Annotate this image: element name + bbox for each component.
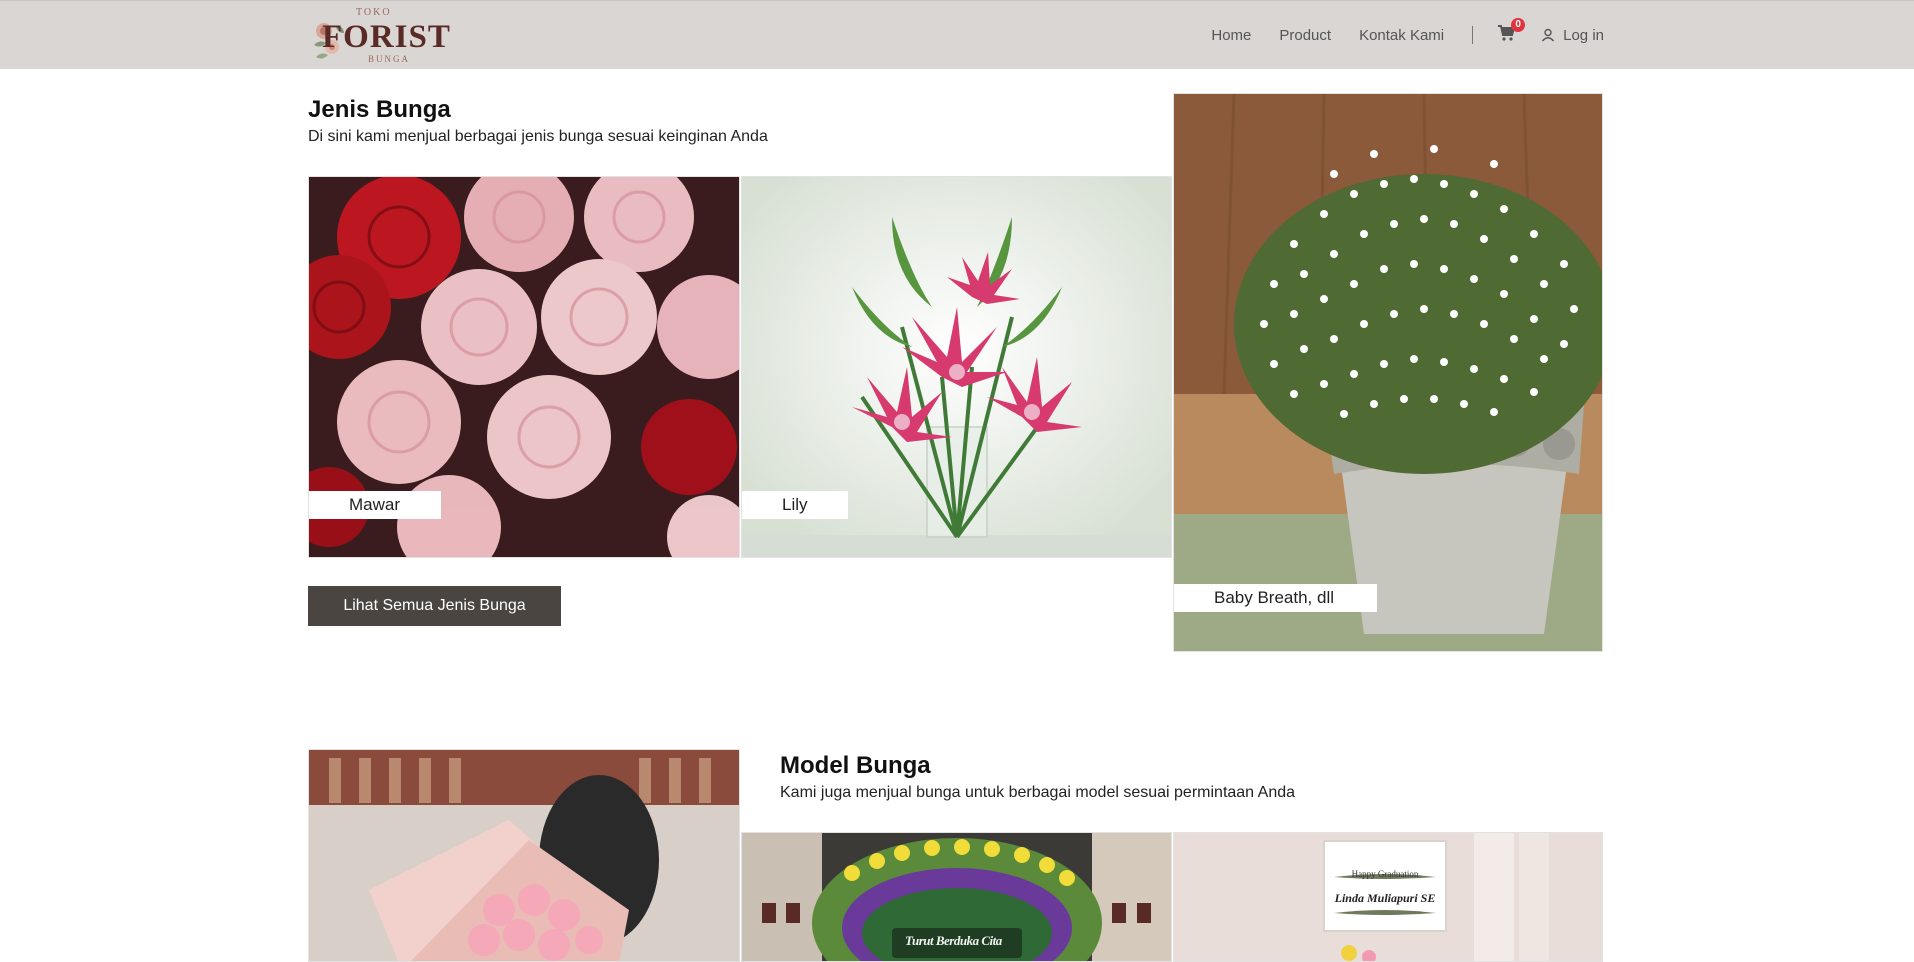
nav-links: Home Product Kontak Kami 0 Log in bbox=[1183, 18, 1604, 45]
bouquet-photo bbox=[309, 750, 739, 961]
model-card-funeral-board[interactable]: Turut Berduka Cita bbox=[741, 832, 1172, 962]
user-icon bbox=[1542, 28, 1555, 42]
nav-divider bbox=[1472, 26, 1474, 44]
graduation-sign-line2: Linda Muliapuri SE bbox=[1334, 891, 1436, 905]
model-subtitle: Kami juga menjual bunga untuk berbagai m… bbox=[780, 784, 1296, 801]
graduation-sign-line1: Happy Graduation bbox=[1351, 869, 1419, 879]
navbar: TOKO FORIST BUNGA Home Product Kontak Ka… bbox=[0, 0, 1914, 69]
flower-card-baby-breath[interactable]: Baby Breath, dll bbox=[1173, 93, 1603, 652]
nav-product-link[interactable]: Product bbox=[1279, 27, 1331, 44]
brand-top-text: TOKO bbox=[356, 7, 392, 18]
nav-contact-link[interactable]: Kontak Kami bbox=[1359, 27, 1444, 44]
flower-card-mawar[interactable]: Mawar bbox=[308, 176, 740, 558]
brand-logo[interactable]: TOKO FORIST BUNGA bbox=[308, 7, 450, 65]
login-link[interactable]: Log in bbox=[1541, 27, 1604, 44]
baby-breath-photo bbox=[1174, 94, 1602, 651]
nav-home-link[interactable]: Home bbox=[1211, 27, 1251, 44]
cart-count-badge: 0 bbox=[1511, 18, 1526, 32]
flower-card-lily[interactable]: Lily bbox=[741, 176, 1172, 558]
flower-label-lily: Lily bbox=[742, 491, 848, 519]
view-all-flowers-button[interactable]: Lihat Semua Jenis Bunga bbox=[308, 586, 561, 626]
model-card-bouquet[interactable] bbox=[308, 749, 740, 962]
cart-button[interactable]: 0 bbox=[1497, 18, 1526, 45]
jenis-subtitle: Di sini kami menjual berbagai jenis bung… bbox=[308, 128, 768, 145]
jenis-title: Jenis Bunga bbox=[308, 96, 451, 123]
flower-label-baby-breath: Baby Breath, dll bbox=[1174, 584, 1377, 612]
login-label: Log in bbox=[1563, 26, 1604, 44]
model-title: Model Bunga bbox=[780, 752, 931, 779]
brand-bottom-text: BUNGA bbox=[368, 54, 411, 64]
brand-name: FORIST bbox=[322, 19, 451, 55]
flower-label-mawar: Mawar bbox=[309, 491, 441, 519]
model-card-graduation[interactable]: Happy Graduation Linda Muliapuri SE bbox=[1173, 832, 1603, 962]
board-text: Turut Berduka Cita bbox=[905, 933, 1002, 948]
